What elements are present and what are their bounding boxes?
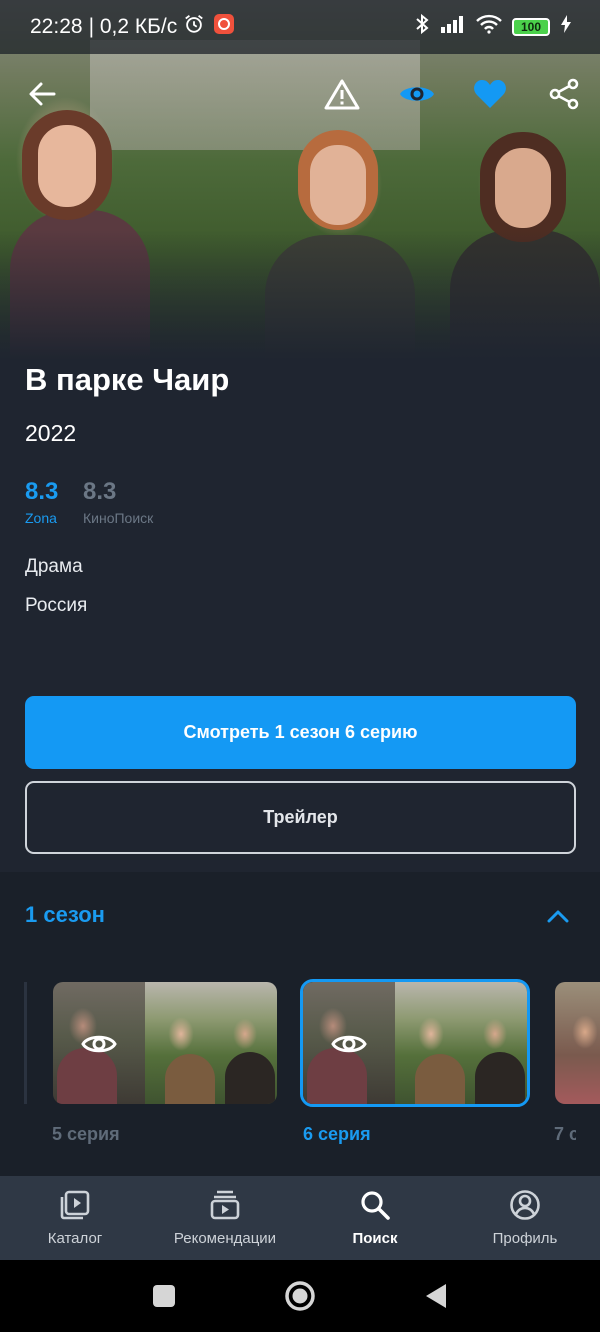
episode-label[interactable]: 7 серия xyxy=(554,1124,576,1145)
search-icon xyxy=(358,1188,392,1222)
heart-icon[interactable] xyxy=(466,70,514,118)
chevron-up-icon[interactable] xyxy=(540,900,576,932)
season-section: 1 сезон 5 серия 6 серия 7 с xyxy=(0,872,600,1176)
hero-image xyxy=(0,0,600,360)
signal-icon xyxy=(440,15,466,39)
back-button-icon[interactable] xyxy=(420,1280,452,1312)
battery-indicator: 100 xyxy=(512,18,550,36)
warning-icon[interactable] xyxy=(318,70,366,118)
catalog-icon xyxy=(58,1188,92,1222)
watch-button[interactable]: Смотреть 1 сезон 6 серию xyxy=(25,696,576,769)
eye-icon[interactable] xyxy=(393,70,441,118)
episode-label[interactable]: 5 серия xyxy=(52,1124,120,1145)
episode-card-7[interactable] xyxy=(555,982,600,1104)
trailer-button[interactable]: Трейлер xyxy=(25,781,576,854)
episode-card-6[interactable] xyxy=(300,979,530,1107)
movie-year: 2022 xyxy=(25,420,77,446)
nav-recommendations[interactable]: Рекомендации xyxy=(150,1176,300,1260)
bluetooth-icon xyxy=(414,13,430,41)
nav-search[interactable]: Поиск xyxy=(300,1176,450,1260)
watched-eye-icon xyxy=(331,1026,367,1062)
rating-zona: 8.3 Zona xyxy=(25,478,58,526)
back-arrow-icon[interactable] xyxy=(18,70,66,118)
rating-source: КиноПоиск xyxy=(83,510,154,526)
rating-source: Zona xyxy=(25,510,57,526)
alarm-icon xyxy=(183,13,205,41)
rating-value: 8.3 xyxy=(83,478,117,505)
nav-label: Поиск xyxy=(352,1230,398,1247)
share-icon[interactable] xyxy=(540,70,588,118)
app-notification-icon xyxy=(213,13,235,41)
wifi-icon xyxy=(476,14,502,40)
charging-icon xyxy=(560,14,572,40)
nav-label: Профиль xyxy=(492,1230,558,1247)
nav-label: Рекомендации xyxy=(173,1230,277,1247)
status-bar: 22:28 | 0,2 КБ/с 100 xyxy=(0,0,600,54)
profile-icon xyxy=(508,1188,542,1222)
episode-label-active[interactable]: 6 серия xyxy=(303,1124,371,1145)
recents-button-icon[interactable] xyxy=(148,1280,180,1312)
season-title[interactable]: 1 сезон xyxy=(25,902,105,928)
episode-card-5[interactable] xyxy=(53,982,277,1104)
movie-country: Россия xyxy=(25,595,88,616)
movie-title: В парке Чаир xyxy=(25,362,230,397)
recommendations-icon xyxy=(208,1188,242,1222)
watched-eye-icon xyxy=(81,1026,117,1062)
status-time: 22:28 xyxy=(30,15,83,38)
system-navigation-bar xyxy=(0,1260,600,1332)
nav-catalog[interactable]: Каталог xyxy=(0,1176,150,1260)
nav-profile[interactable]: Профиль xyxy=(450,1176,600,1260)
bottom-navigation: Каталог Рекомендации Поиск Профиль xyxy=(0,1176,600,1260)
rating-value: 8.3 xyxy=(25,478,59,505)
app-screen: 22:28 | 0,2 КБ/с 100 В парке Чаир 2022 8… xyxy=(0,0,600,1332)
network-speed: | 0,2 КБ/с xyxy=(88,15,178,38)
movie-genre: Драма xyxy=(25,556,83,577)
rating-kinopoisk: 8.3 КиноПоиск xyxy=(83,478,153,526)
home-button-icon[interactable] xyxy=(284,1280,316,1312)
nav-label: Каталог xyxy=(47,1230,103,1247)
